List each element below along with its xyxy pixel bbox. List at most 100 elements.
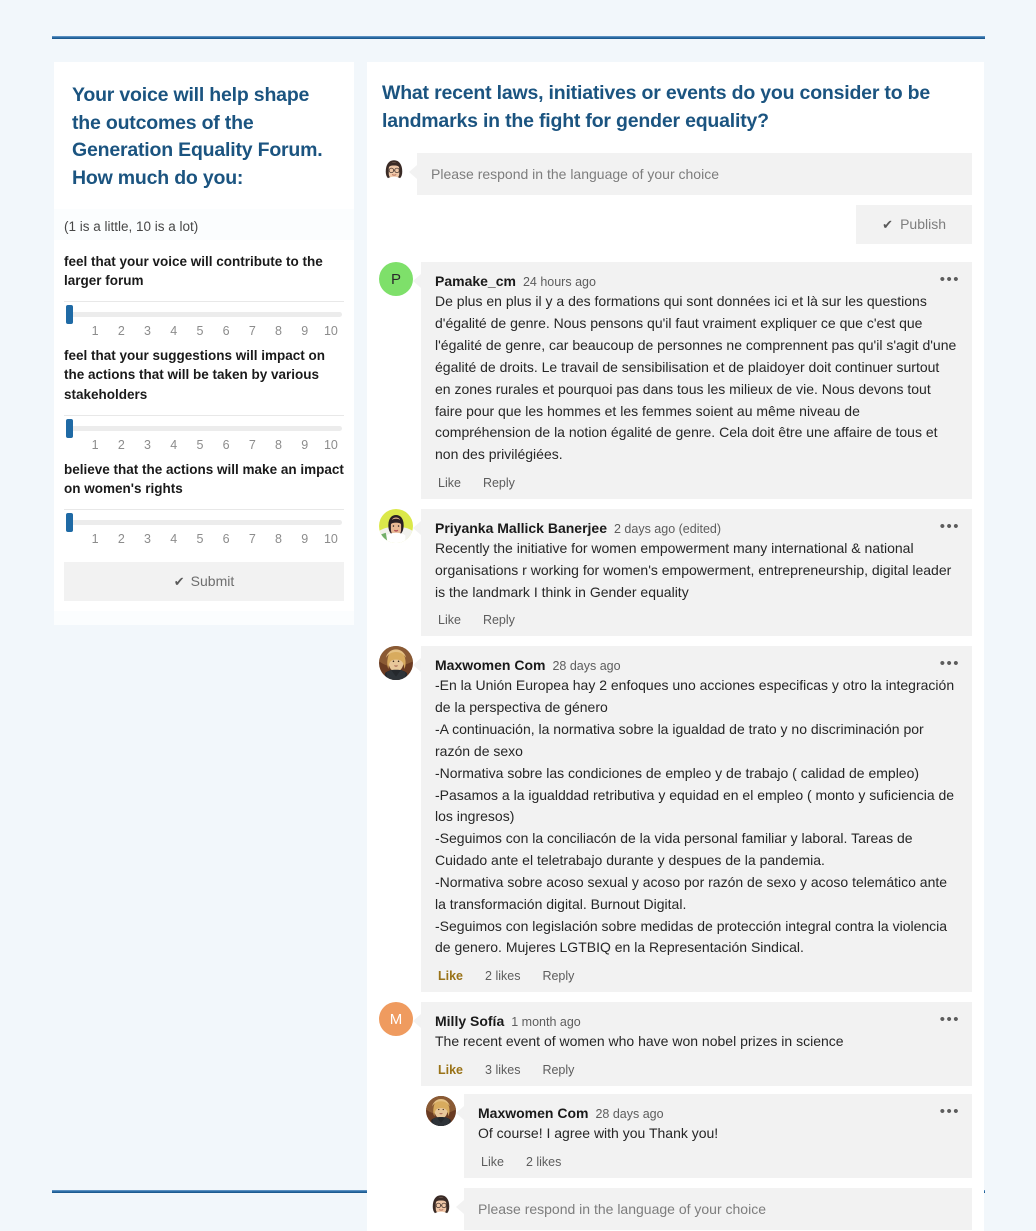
kebab-menu-icon[interactable]: ••• <box>940 1104 960 1119</box>
publish-button[interactable]: ✔ Publish <box>856 205 972 245</box>
like-button[interactable]: Like <box>438 476 461 490</box>
like-button[interactable]: Like <box>438 969 463 983</box>
comment-actions: Like Reply <box>435 476 958 490</box>
compose-input[interactable]: Please respond in the language of your c… <box>417 153 972 196</box>
bubble-pointer <box>409 165 417 180</box>
bubble-pointer <box>413 274 421 289</box>
comment-timestamp: 28 days ago <box>552 659 621 674</box>
reply-button[interactable]: Reply <box>542 969 574 983</box>
comment-author[interactable]: Maxwomen Com <box>478 1105 588 1121</box>
avatar <box>379 646 413 681</box>
slider-track[interactable] <box>66 512 342 532</box>
poll-question: feel that your suggestions will impact o… <box>64 346 344 454</box>
comment-author[interactable]: Milly Sofía <box>435 1013 504 1029</box>
avatar <box>426 1096 456 1127</box>
slider-tick: 9 <box>301 437 309 452</box>
slider-tick: 10 <box>323 437 338 452</box>
submit-button-label: Submit <box>190 572 235 589</box>
poll-question: believe that the actions will make an im… <box>64 460 344 548</box>
slider-tick: 3 <box>144 323 151 338</box>
comment-timestamp: 24 hours ago <box>522 275 596 290</box>
avatar <box>426 1189 456 1220</box>
slider-tick: 5 <box>196 531 204 546</box>
slider-thumb[interactable] <box>66 304 73 324</box>
slider-tick-labels: 1 2 3 4 5 6 7 8 9 10 <box>64 532 344 546</box>
slider-tick: 3 <box>144 437 151 452</box>
slider-tick: 4 <box>170 531 178 546</box>
slider-track[interactable] <box>66 304 342 324</box>
slider-tick: 10 <box>323 323 338 338</box>
comment-row: M ••• Milly Sofía 1 month ago The recent eve… <box>379 1002 972 1087</box>
maxwomen-avatar-photo-icon <box>426 1096 456 1127</box>
poll-slider[interactable]: 1 2 3 4 5 6 7 8 9 10 <box>64 512 344 548</box>
comment-text: -En la Unión Europea hay 2 enfoques uno … <box>435 677 955 956</box>
question-divider <box>64 300 344 302</box>
compose-row: Please respond in the language of your c… <box>379 153 972 196</box>
publish-button-label: Publish <box>900 216 946 233</box>
poll-question-label: feel that your voice will contribute to … <box>64 253 323 289</box>
slider-tick-labels: 1 2 3 4 5 6 7 8 9 10 <box>64 324 344 338</box>
slider-tick: 2 <box>117 323 125 338</box>
comment-author[interactable]: Priyanka Mallick Banerjee <box>435 520 607 536</box>
slider-tick: 6 <box>222 437 230 452</box>
like-button[interactable]: Like <box>481 1155 504 1169</box>
comment-header: Maxwomen Com 28 days ago <box>478 1105 958 1121</box>
publish-row: ✔ Publish <box>379 205 972 245</box>
reply-compose-input[interactable]: Please respond in the language of your c… <box>464 1187 972 1230</box>
priyanka-avatar-photo-icon <box>379 509 413 543</box>
top-divider <box>52 36 985 39</box>
reply-button[interactable]: Reply <box>483 613 515 627</box>
comment-body: ••• Priyanka Mallick Banerjee 2 days ago (… <box>421 509 972 637</box>
slider-thumb[interactable] <box>66 512 73 532</box>
submit-button[interactable]: ✔ Submit <box>64 561 344 601</box>
comment-timestamp: 1 month ago <box>511 1015 581 1030</box>
slider-track[interactable] <box>66 418 342 438</box>
check-icon: ✔ <box>173 573 185 589</box>
question-divider <box>64 414 344 416</box>
poll-discussion-page: Your voice will help shape the outcomes … <box>0 0 1036 1231</box>
reply-button[interactable]: Reply <box>542 1063 574 1077</box>
reply-button[interactable]: Reply <box>483 476 515 490</box>
comment-header: Priyanka Mallick Banerjee 2 days ago (edi… <box>435 520 958 536</box>
slider-tick: 6 <box>222 323 230 338</box>
poll-question-label: believe that the actions will make an im… <box>64 461 344 497</box>
check-icon: ✔ <box>882 217 894 233</box>
comment-author[interactable]: Maxwomen Com <box>435 657 545 673</box>
poll-slider[interactable]: 1 2 3 4 5 6 7 8 9 10 <box>64 304 344 340</box>
slider-tick: 4 <box>170 323 178 338</box>
comment-row: P ••• Pamake_cm 24 hours ago De plus en plus… <box>379 262 972 499</box>
slider-thumb[interactable] <box>66 418 73 438</box>
slider-tick: 3 <box>144 531 151 546</box>
slider-tick: 1 <box>91 531 99 546</box>
slider-tick: 2 <box>117 437 125 452</box>
kebab-menu-icon[interactable]: ••• <box>940 1012 960 1027</box>
like-button[interactable]: Like <box>438 613 461 627</box>
bubble-pointer <box>413 658 421 673</box>
comment-author[interactable]: Pamake_cm <box>435 273 516 289</box>
kebab-menu-icon[interactable]: ••• <box>940 656 960 671</box>
bubble-pointer <box>456 1106 464 1121</box>
discussion-panel: What recent laws, initiatives or events … <box>367 62 984 1231</box>
comment-text: Of course! I agree with you Thank you! <box>478 1125 719 1142</box>
slider-tick: 4 <box>170 437 178 452</box>
comment-timestamp: 28 days ago <box>595 1107 664 1122</box>
poll-title: Your voice will help shape the outcomes … <box>72 84 323 190</box>
poll-slider[interactable]: 1 2 3 4 5 6 7 8 9 10 <box>64 418 344 454</box>
like-count: 3 likes <box>485 1063 521 1078</box>
kebab-menu-icon[interactable]: ••• <box>940 519 960 534</box>
slider-tick: 1 <box>91 437 99 452</box>
kebab-menu-icon[interactable]: ••• <box>940 272 960 287</box>
slider-tick: 2 <box>117 531 125 546</box>
comment-text: De plus en plus il y a des formations qu… <box>435 293 957 463</box>
poll-scale-hint: (1 is a little, 10 is a lot) <box>64 218 199 234</box>
comment-actions: Like 2 likes Reply <box>435 969 958 983</box>
slider-tick: 7 <box>248 323 256 338</box>
slider-tick: 5 <box>196 437 204 452</box>
avatar-initial: M <box>379 1002 413 1037</box>
like-button[interactable]: Like <box>438 1063 463 1077</box>
poll-title-card: Your voice will help shape the outcomes … <box>54 62 354 209</box>
comment-row: ••• Priyanka Mallick Banerjee 2 days ago (… <box>379 509 972 637</box>
slider-tick: 7 <box>248 437 256 452</box>
question-divider <box>64 508 344 510</box>
poll-panel: Your voice will help shape the outcomes … <box>54 62 354 625</box>
